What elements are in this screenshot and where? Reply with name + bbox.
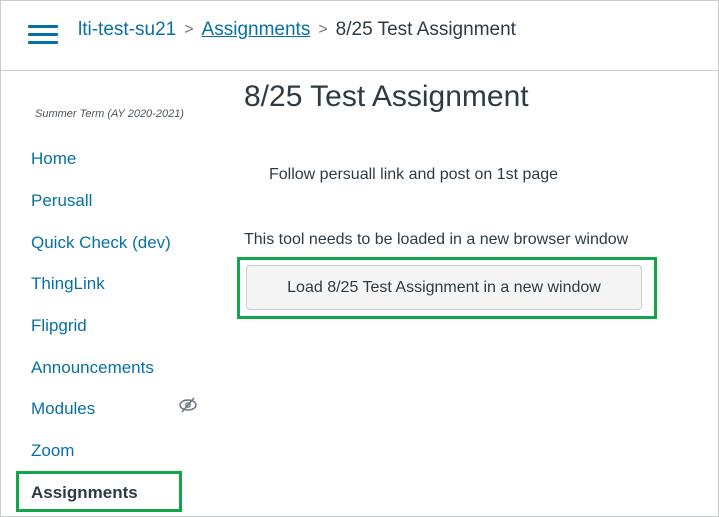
sidebar-item-zoom[interactable]: Zoom bbox=[31, 441, 74, 465]
app-frame bbox=[0, 0, 719, 517]
sidebar-item-modules[interactable]: Modules bbox=[31, 399, 95, 423]
breadcrumb: lti-test-su21 > Assignments > 8/25 Test … bbox=[78, 19, 516, 41]
assignment-description: Follow persuall link and post on 1st pag… bbox=[269, 166, 559, 183]
breadcrumb-assignments-link[interactable]: Assignments bbox=[202, 19, 311, 41]
term-label: Summer Term (AY 2020-2021) bbox=[35, 108, 184, 120]
breadcrumb-separator-icon: > bbox=[318, 21, 328, 38]
sidebar-item-flipgrid[interactable]: Flipgrid bbox=[31, 316, 87, 340]
sidebar-item-assignments[interactable]: Assignments bbox=[31, 483, 138, 507]
page-title: 8/25 Test Assignment bbox=[244, 80, 529, 113]
top-header: lti-test-su21 > Assignments > 8/25 Test … bbox=[0, 0, 719, 71]
sidebar-item-perusall[interactable]: Perusall bbox=[31, 191, 92, 215]
sidebar-item-home[interactable]: Home bbox=[31, 149, 76, 173]
sidebar-item-quick-check[interactable]: Quick Check (dev) bbox=[31, 233, 171, 257]
breadcrumb-separator-icon: > bbox=[184, 21, 194, 38]
sidebar-item-announcements[interactable]: Announcements bbox=[31, 358, 154, 382]
breadcrumb-course-link[interactable]: lti-test-su21 bbox=[78, 19, 176, 41]
eye-slash-icon bbox=[178, 396, 198, 414]
breadcrumb-current: 8/25 Test Assignment bbox=[335, 19, 516, 40]
load-in-new-window-button[interactable]: Load 8/25 Test Assignment in a new windo… bbox=[246, 265, 642, 310]
sidebar-item-thinglink[interactable]: ThingLink bbox=[31, 274, 105, 298]
new-window-notice: This tool needs to be loaded in a new br… bbox=[244, 231, 629, 248]
hamburger-menu-icon[interactable] bbox=[28, 25, 58, 45]
